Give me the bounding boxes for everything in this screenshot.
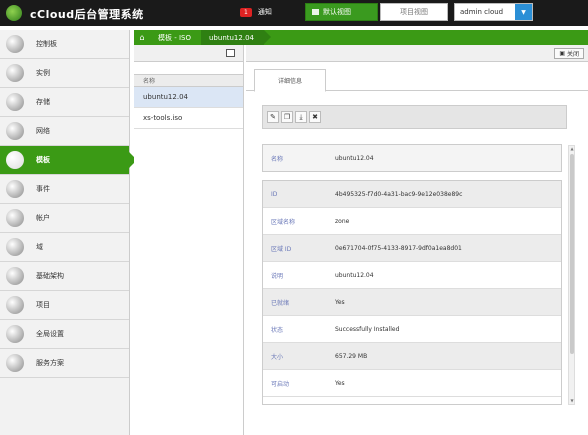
breadcrumb-templates[interactable]: 模板 - ISO [150, 30, 201, 45]
detail-row-zone-id: 区域 ID 0e671704-0f75-4133-8917-9df0a1ea8d0… [263, 235, 561, 262]
sidebar-item-global-settings[interactable]: 全局设置 [0, 320, 129, 349]
sidebar-item-accounts[interactable]: 帐户 [0, 204, 129, 233]
user-icon [6, 209, 24, 227]
edit-icon[interactable]: ✎ [267, 111, 279, 123]
globe-icon [6, 122, 24, 140]
action-bar: ✎ ❐ ⤓ ✖ [262, 105, 567, 129]
breadcrumb: ⌂ 模板 - ISO ubuntu12.04 [134, 30, 588, 45]
name-value: ubuntu12.04 [335, 154, 374, 162]
scroll-up-icon[interactable]: ▲ [569, 146, 575, 152]
notification-label: 通知 [257, 8, 272, 16]
sidebar-item-templates[interactable]: 模板 [0, 146, 137, 175]
user-name: admin cloud [460, 8, 504, 16]
detail-row-description: 说明 ubuntu12.04 [263, 262, 561, 289]
notifications[interactable]: 1 通知 [240, 7, 272, 17]
view-icon [312, 9, 319, 15]
storage-icon [6, 93, 24, 111]
detail-row-status: 状态 Successfully Installed [263, 316, 561, 343]
scroll-down-icon[interactable]: ▼ [569, 398, 575, 404]
detail-row-zone-name: 区域名称 zone [263, 208, 561, 235]
detail-row-size: 大小 657.29 MB [263, 343, 561, 370]
sidebar-item-dashboard[interactable]: 控制板 [0, 30, 129, 59]
detail-row-ready: 已就绪 Yes [263, 289, 561, 316]
default-view-button[interactable]: 默认视图 [305, 3, 378, 21]
service-icon [6, 354, 24, 372]
sidebar: 控制板 实例 存储 网络 模板 事件 帐户 域 基础架构 项目 全局设置 服务方… [0, 30, 137, 435]
domain-icon [6, 238, 24, 256]
sidebar-item-instances[interactable]: 实例 [0, 59, 129, 88]
detail-toolbar: ▣ 关闭 [246, 45, 588, 62]
disc-icon [6, 151, 24, 169]
user-menu[interactable]: admin cloud ▼ [454, 3, 533, 21]
home-icon[interactable]: ⌂ [134, 30, 150, 45]
scrollbar[interactable]: ▲ ▼ [568, 145, 575, 405]
sidebar-item-domains[interactable]: 域 [0, 233, 129, 262]
close-button[interactable]: ▣ 关闭 [554, 48, 584, 59]
dashboard-icon [6, 35, 24, 53]
sidebar-item-service-offerings[interactable]: 服务方案 [0, 349, 129, 378]
project-view-button[interactable]: 项目视图 [380, 3, 448, 21]
sidebar-item-infrastructure[interactable]: 基础架构 [0, 262, 129, 291]
template-list-panel: 名称 ubuntu12.04 xs-tools.iso [134, 45, 244, 435]
folder-icon [6, 296, 24, 314]
list-item[interactable]: ubuntu12.04 [134, 87, 243, 108]
top-bar: cCloud后台管理系统 1 通知 默认视图 项目视图 admin cloud … [0, 0, 588, 26]
sidebar-item-network[interactable]: 网络 [0, 117, 129, 146]
breadcrumb-current: ubuntu12.04 [201, 30, 271, 45]
sidebar-item-events[interactable]: 事件 [0, 175, 129, 204]
column-header-name[interactable]: 名称 [134, 74, 243, 87]
detail-fields: ID 4b495325-f7d0-4a31-bac9-9e12e038e89c 区… [262, 180, 562, 405]
cloud-icon [6, 64, 24, 82]
close-icon: ▣ [559, 50, 565, 57]
detail-row-bootable: 可启动 Yes [263, 370, 561, 397]
chevron-down-icon[interactable]: ▼ [515, 4, 532, 20]
tab-bar: 详细信息 [246, 67, 588, 92]
sidebar-item-projects[interactable]: 项目 [0, 291, 129, 320]
tab-details[interactable]: 详细信息 [254, 69, 326, 92]
name-label: 名称 [271, 155, 284, 163]
cloud-logo-icon [6, 5, 22, 21]
detail-row-id: ID 4b495325-f7d0-4a31-bac9-9e12e038e89c [263, 181, 561, 208]
infrastructure-icon [6, 267, 24, 285]
scrollbar-thumb[interactable] [570, 154, 574, 354]
delete-icon[interactable]: ✖ [309, 111, 321, 123]
copy-icon[interactable]: ❐ [281, 111, 293, 123]
settings-globe-icon [6, 325, 24, 343]
calendar-icon [6, 180, 24, 198]
list-view-icon[interactable] [226, 49, 235, 57]
name-row: 名称 ubuntu12.04 [262, 144, 562, 172]
download-icon[interactable]: ⤓ [295, 111, 307, 123]
brand-title: cCloud后台管理系统 [30, 8, 144, 21]
sidebar-item-storage[interactable]: 存储 [0, 88, 129, 117]
detail-panel: ▣ 关闭 详细信息 ✎ ❐ ⤓ ✖ 名称 ubuntu12.04 ID 4b495… [246, 45, 588, 435]
list-item[interactable]: xs-tools.iso [134, 108, 243, 129]
list-toolbar [134, 45, 243, 62]
notification-badge: 1 [240, 7, 252, 17]
